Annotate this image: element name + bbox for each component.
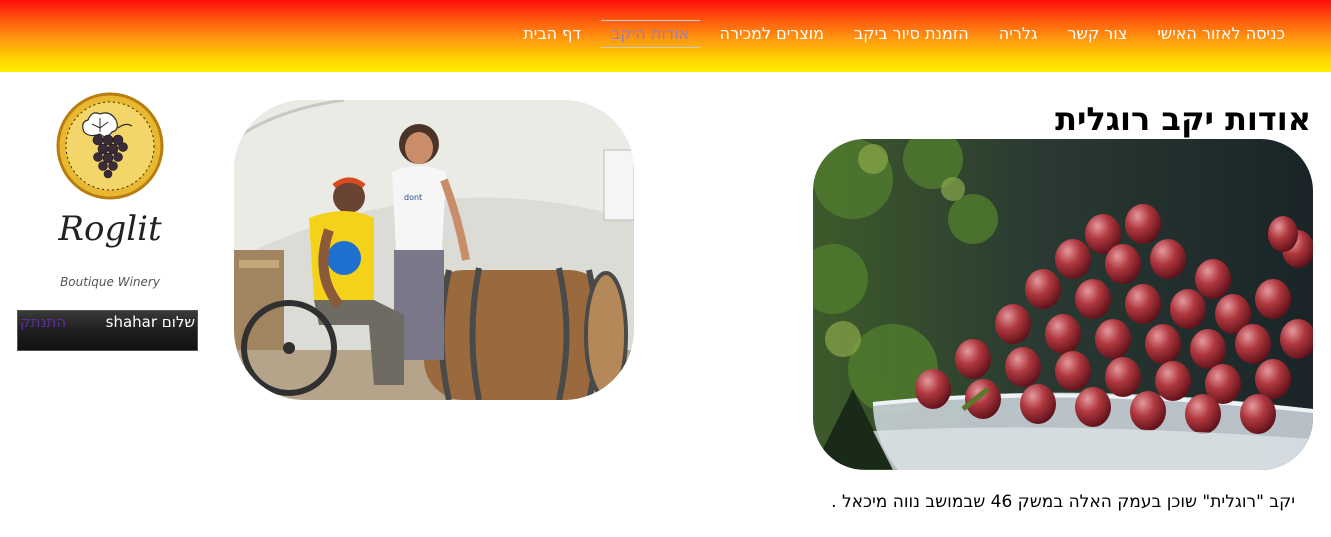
nav-item-contact[interactable]: צור קשר bbox=[1058, 20, 1138, 48]
svg-text:Boutique Winery: Boutique Winery bbox=[60, 275, 161, 289]
svg-text:Roglit: Roglit bbox=[57, 209, 162, 249]
page-title: אודות יקב רוגלית bbox=[1055, 100, 1311, 138]
svg-text:dont: dont bbox=[404, 193, 422, 202]
nav-item-book-tour[interactable]: הזמנת סיור ביקב bbox=[844, 20, 979, 48]
nav-item-home[interactable]: דף הבית bbox=[513, 20, 591, 48]
nav-item-gallery[interactable]: גלריה bbox=[989, 20, 1048, 48]
grapes-photo bbox=[813, 139, 1313, 470]
logout-link[interactable]: התנתק bbox=[20, 313, 66, 331]
winery-logo[interactable]: Roglit Boutique Winery bbox=[40, 92, 180, 292]
nav-item-about[interactable]: אודות היקב bbox=[601, 20, 700, 48]
winery-owners-photo: dont bbox=[234, 100, 634, 400]
grape-logo-icon: Roglit Boutique Winery bbox=[56, 92, 164, 289]
nav-item-products[interactable]: מוצרים למכירה bbox=[710, 20, 835, 48]
nav-item-personal-area[interactable]: כניסה לאזור האישי bbox=[1147, 20, 1295, 48]
about-paragraph: יקב "רוגלית" שוכן בעמק האלה במשק 46 שבמו… bbox=[831, 492, 1295, 512]
user-greeting-bar: שלום shahar התנתק bbox=[17, 310, 198, 351]
nav-menu: דף הבית אודות היקב מוצרים למכירה הזמנת ס… bbox=[503, 20, 1295, 48]
user-greeting: שלום shahar bbox=[105, 313, 195, 331]
top-navigation-bar: דף הבית אודות היקב מוצרים למכירה הזמנת ס… bbox=[0, 0, 1331, 72]
